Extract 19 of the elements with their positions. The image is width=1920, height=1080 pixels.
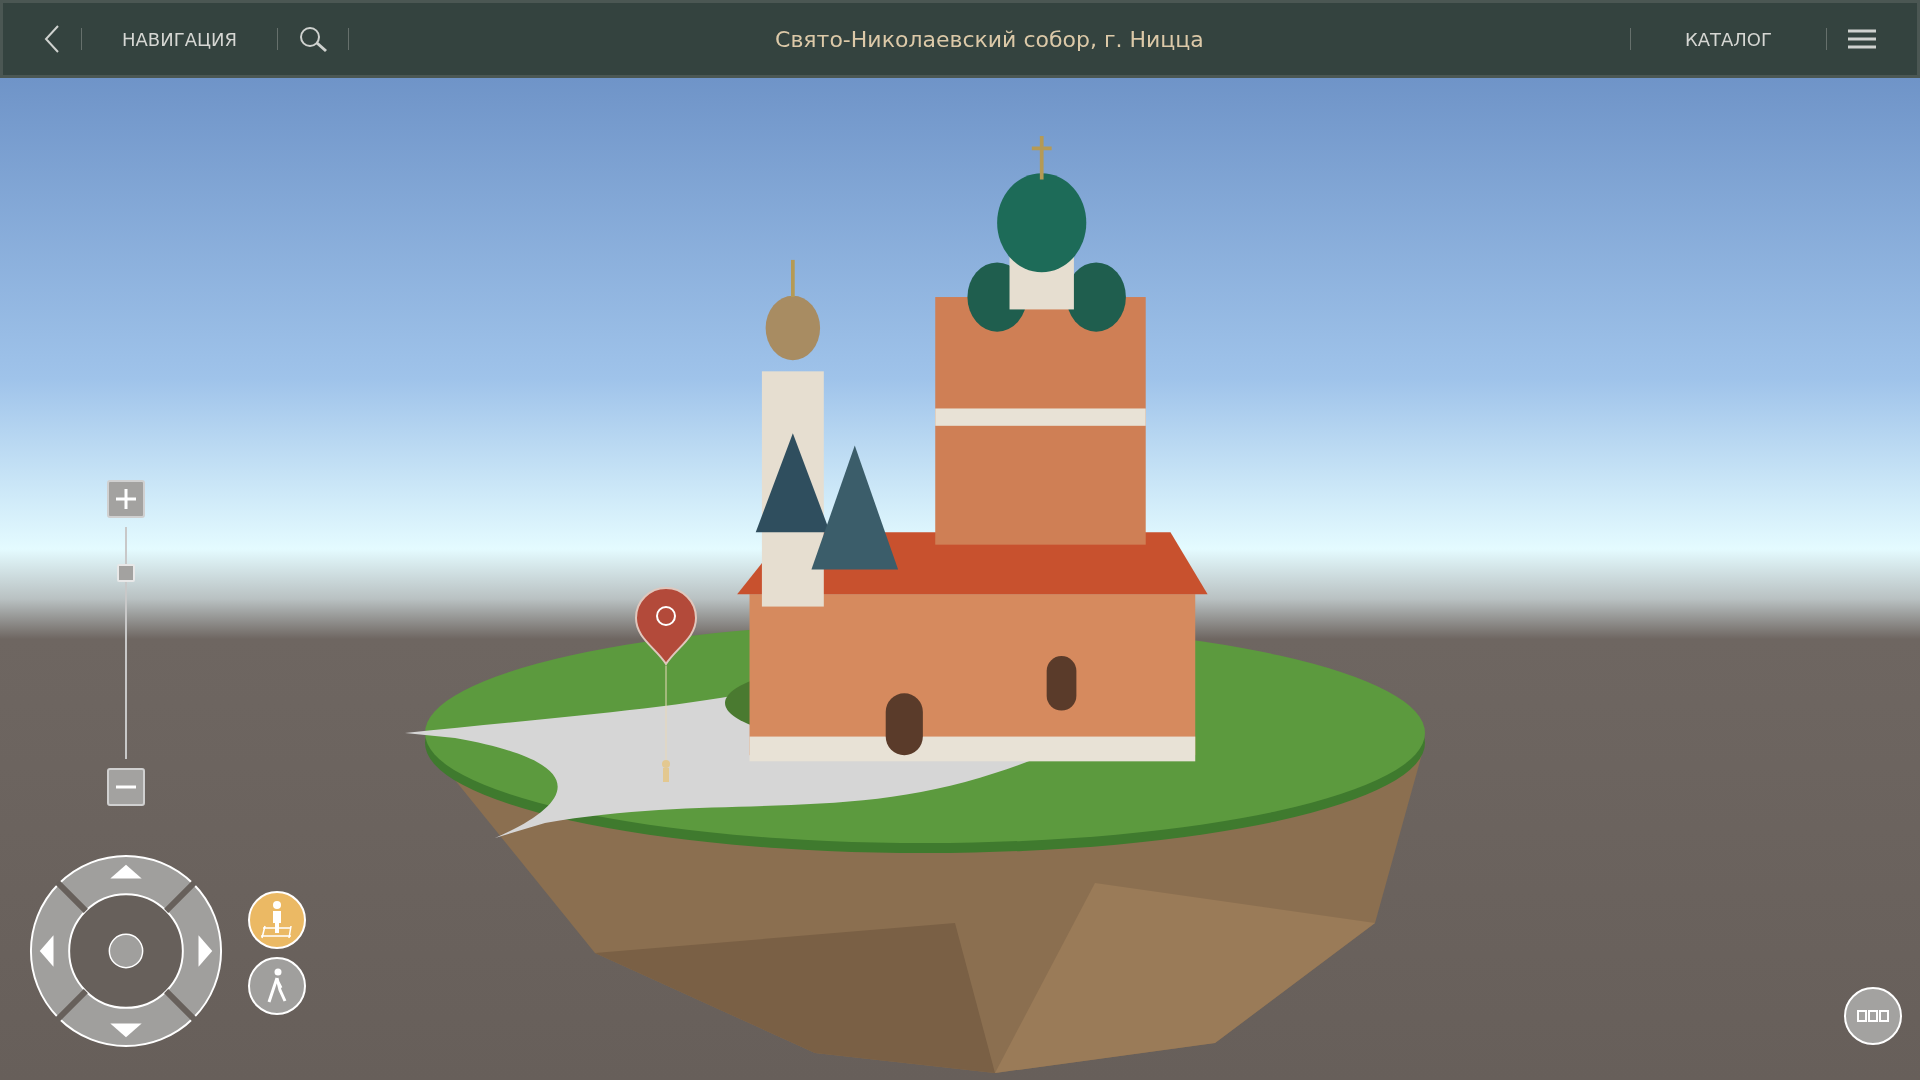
overview-mode-button[interactable] xyxy=(248,891,306,949)
window-title: Свято-Николаевский собор, г. Ницца xyxy=(774,26,1205,52)
more-button[interactable] xyxy=(1844,987,1902,1045)
3d-viewport[interactable] xyxy=(0,78,1920,1080)
walking-person-icon xyxy=(265,968,289,1004)
zoom-slider-thumb[interactable] xyxy=(117,564,135,583)
three-squares-icon xyxy=(1857,1010,1889,1022)
walk-mode-button[interactable] xyxy=(248,957,306,1015)
chevron-left-icon xyxy=(43,24,61,54)
direction-pad[interactable] xyxy=(28,853,224,1049)
person-on-platform-icon xyxy=(259,900,295,940)
zoom-in-button[interactable] xyxy=(107,480,145,518)
catalog-button[interactable]: КАТАЛОГ xyxy=(1630,20,1826,58)
zoom-out-button[interactable] xyxy=(107,768,145,806)
minus-icon xyxy=(115,784,137,790)
search-icon xyxy=(297,25,328,53)
menu-icon xyxy=(1847,28,1877,50)
plus-icon xyxy=(115,488,137,510)
navigation-button[interactable]: НАВИГАЦИЯ xyxy=(82,20,277,58)
